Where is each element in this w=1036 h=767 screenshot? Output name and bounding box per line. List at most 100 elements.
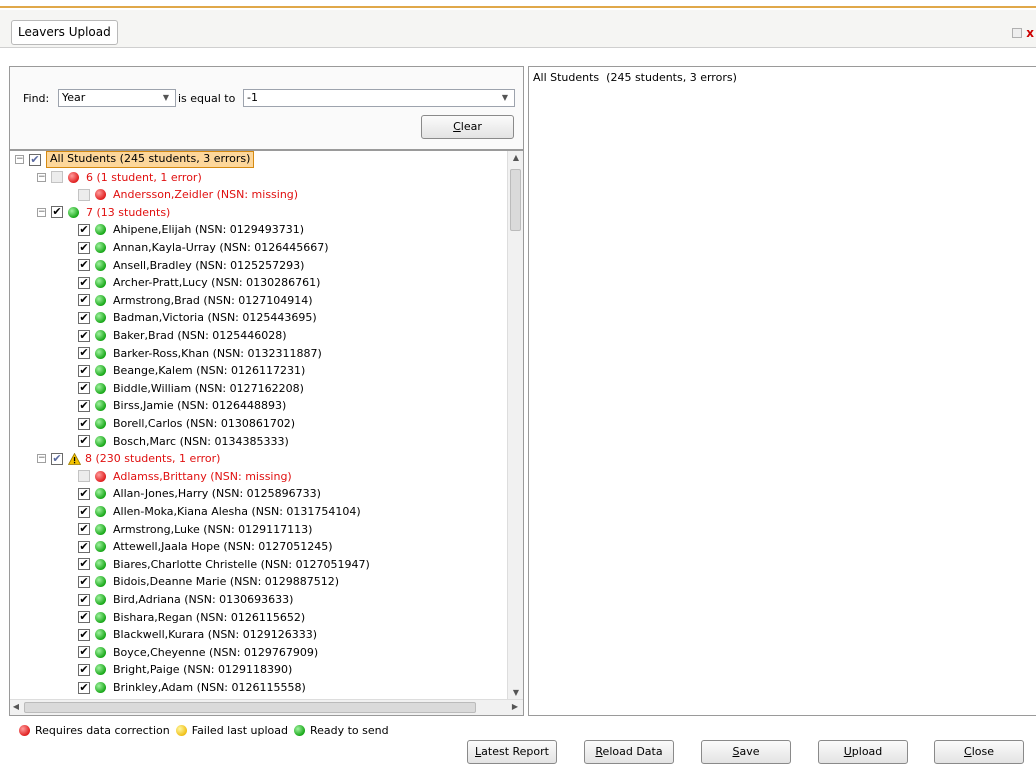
checkbox[interactable]: ✔: [78, 523, 90, 536]
checkbox[interactable]: ✔: [78, 259, 90, 272]
tree-group-row[interactable]: − 6 (1 student, 1 error): [37, 169, 202, 186]
student-label: Bidois,Deanne Marie (NSN: 0129887512): [113, 575, 340, 589]
window-title-tab[interactable]: Leavers Upload: [11, 20, 118, 45]
scroll-right-icon[interactable]: ▶: [509, 702, 521, 711]
collapse-icon[interactable]: −: [15, 155, 24, 164]
student-row[interactable]: ✔ Baker,Brad (NSN: 0125446028): [78, 327, 287, 344]
checkbox[interactable]: ✔: [78, 663, 90, 676]
checkbox[interactable]: ✔: [78, 558, 90, 571]
green-status-icon: [95, 400, 106, 412]
checkbox[interactable]: ✔: [78, 364, 90, 377]
clear-button[interactable]: Clear: [421, 115, 514, 139]
tree-group-row[interactable]: − ✔ 7 (13 students): [37, 204, 170, 221]
checkbox[interactable]: ✔: [78, 575, 90, 588]
checkbox[interactable]: ✔: [78, 294, 90, 307]
green-status-icon: [95, 330, 106, 341]
minimize-icon[interactable]: [1012, 28, 1023, 38]
green-status-icon: [95, 488, 106, 500]
checkbox[interactable]: ✔: [78, 382, 90, 395]
collapse-icon[interactable]: −: [37, 172, 46, 182]
checkbox[interactable]: [51, 171, 63, 184]
checkbox[interactable]: ✔: [78, 487, 90, 500]
student-row[interactable]: ✔ Bosch,Marc (NSN: 0134385333): [78, 433, 289, 450]
checkbox[interactable]: ✔: [78, 628, 90, 641]
student-row[interactable]: Adlamss,Brittany (NSN: missing): [78, 468, 292, 485]
latest-report-button[interactable]: Latest Report: [467, 740, 557, 764]
student-row[interactable]: ✔ Allan-Jones,Harry (NSN: 0125896733): [78, 485, 321, 502]
scroll-down-icon[interactable]: ▼: [508, 688, 523, 697]
checkbox[interactable]: ✔: [78, 593, 90, 606]
checkbox[interactable]: ✔: [78, 681, 90, 694]
close-window-icon[interactable]: x: [1026, 27, 1034, 39]
checkbox[interactable]: ✔: [78, 417, 90, 430]
group-label: 7 (13 students): [86, 205, 171, 219]
checkbox[interactable]: ✔: [78, 311, 90, 324]
student-row[interactable]: ✔ Borell,Carlos (NSN: 0130861702): [78, 415, 295, 432]
checkbox[interactable]: ✔: [78, 223, 90, 236]
checkbox[interactable]: ✔: [78, 241, 90, 254]
checkbox[interactable]: [78, 470, 90, 483]
checkbox[interactable]: ✔: [78, 611, 90, 624]
checkbox[interactable]: ✔: [29, 153, 41, 166]
student-row[interactable]: ✔ Ahipene,Elijah (NSN: 0129493731): [78, 221, 304, 238]
checkbox[interactable]: ✔: [78, 435, 90, 448]
student-row[interactable]: ✔ Blackwell,Kurara (NSN: 0129126333): [78, 626, 317, 643]
save-button[interactable]: Save: [701, 740, 791, 764]
student-tree[interactable]: − ✔ All Students (245 students, 3 errors) −…: [9, 150, 524, 716]
scroll-left-icon[interactable]: ◀: [10, 702, 22, 711]
tree-group-row[interactable]: − ✔ 8 (230 students, 1 error): [37, 450, 220, 467]
green-status-icon: [95, 242, 106, 253]
student-row[interactable]: ✔ Bishara,Regan (NSN: 0126115652): [78, 609, 305, 626]
find-field-select[interactable]: Year ▼: [58, 89, 176, 107]
reload-data-button[interactable]: Reload Data: [584, 740, 674, 764]
chevron-down-icon[interactable]: ▼: [160, 92, 172, 104]
student-row[interactable]: ✔ Badman,Victoria (NSN: 0125443695): [78, 309, 317, 326]
student-row[interactable]: ✔ Attewell,Jaala Hope (NSN: 0127051245): [78, 538, 333, 555]
horizontal-scroll-thumb[interactable]: [24, 702, 476, 713]
scroll-up-icon[interactable]: ▲: [508, 153, 523, 162]
student-label: Adlamss,Brittany (NSN: missing): [113, 469, 292, 483]
student-row[interactable]: ✔ Barker-Ross,Khan (NSN: 0132311887): [78, 345, 322, 362]
checkbox[interactable]: ✔: [51, 452, 63, 465]
student-row[interactable]: ✔ Biddle,William (NSN: 0127162208): [78, 380, 304, 397]
red-status-icon: [68, 171, 79, 183]
collapse-icon[interactable]: −: [37, 454, 46, 464]
student-row[interactable]: ✔ Beange,Kalem (NSN: 0126117231): [78, 362, 305, 379]
vertical-scroll-thumb[interactable]: [510, 169, 521, 231]
upload-button[interactable]: Upload: [818, 740, 908, 764]
checkbox[interactable]: ✔: [78, 276, 90, 289]
close-button[interactable]: Close: [934, 740, 1024, 764]
checkbox[interactable]: ✔: [78, 540, 90, 553]
tree-vertical-scrollbar[interactable]: ▲ ▼: [507, 151, 523, 699]
student-row[interactable]: ✔ Annan,Kayla-Urray (NSN: 0126445667): [78, 239, 329, 256]
checkbox[interactable]: ✔: [78, 399, 90, 412]
student-row[interactable]: ✔ Boyce,Cheyenne (NSN: 0129767909): [78, 644, 318, 661]
collapse-icon[interactable]: −: [37, 207, 46, 217]
student-row[interactable]: Andersson,Zeidler (NSN: missing): [78, 186, 298, 203]
student-row[interactable]: ✔ Archer-Pratt,Lucy (NSN: 0130286761): [78, 274, 320, 291]
find-value-select[interactable]: -1 ▼: [243, 89, 515, 107]
student-row[interactable]: ✔ Birss,Jamie (NSN: 0126448893): [78, 397, 286, 414]
tree-root-row[interactable]: − ✔ All Students (245 students, 3 errors): [15, 151, 255, 168]
red-status-icon: [19, 725, 30, 736]
student-row[interactable]: ✔ Bright,Paige (NSN: 0129118390): [78, 661, 292, 678]
green-status-icon: [68, 206, 79, 218]
checkbox[interactable]: ✔: [78, 646, 90, 659]
checkbox[interactable]: ✔: [51, 206, 63, 219]
student-row[interactable]: ✔ Biares,Charlotte Christelle (NSN: 01270…: [78, 556, 370, 573]
checkbox[interactable]: ✔: [78, 347, 90, 360]
student-row[interactable]: ✔ Bird,Adriana (NSN: 0130693633): [78, 591, 293, 608]
student-row[interactable]: ✔ Bidois,Deanne Marie (NSN: 0129887512): [78, 573, 339, 590]
student-row[interactable]: ✔ Armstrong,Brad (NSN: 0127104914): [78, 292, 313, 309]
student-label: Biddle,William (NSN: 0127162208): [113, 381, 304, 395]
checkbox[interactable]: ✔: [78, 505, 90, 518]
chevron-down-icon[interactable]: ▼: [499, 92, 511, 104]
student-label: Blackwell,Kurara (NSN: 0129126333): [113, 628, 318, 642]
checkbox[interactable]: [78, 188, 90, 201]
student-row[interactable]: ✔ Armstrong,Luke (NSN: 0129117113): [78, 521, 312, 538]
student-row[interactable]: ✔ Allen-Moka,Kiana Alesha (NSN: 013175410…: [78, 503, 361, 520]
student-row[interactable]: ✔ Brinkley,Adam (NSN: 0126115558): [78, 679, 306, 696]
tree-horizontal-scrollbar[interactable]: ◀ ▶: [10, 699, 523, 715]
checkbox[interactable]: ✔: [78, 329, 90, 342]
student-row[interactable]: ✔ Ansell,Bradley (NSN: 0125257293): [78, 257, 304, 274]
